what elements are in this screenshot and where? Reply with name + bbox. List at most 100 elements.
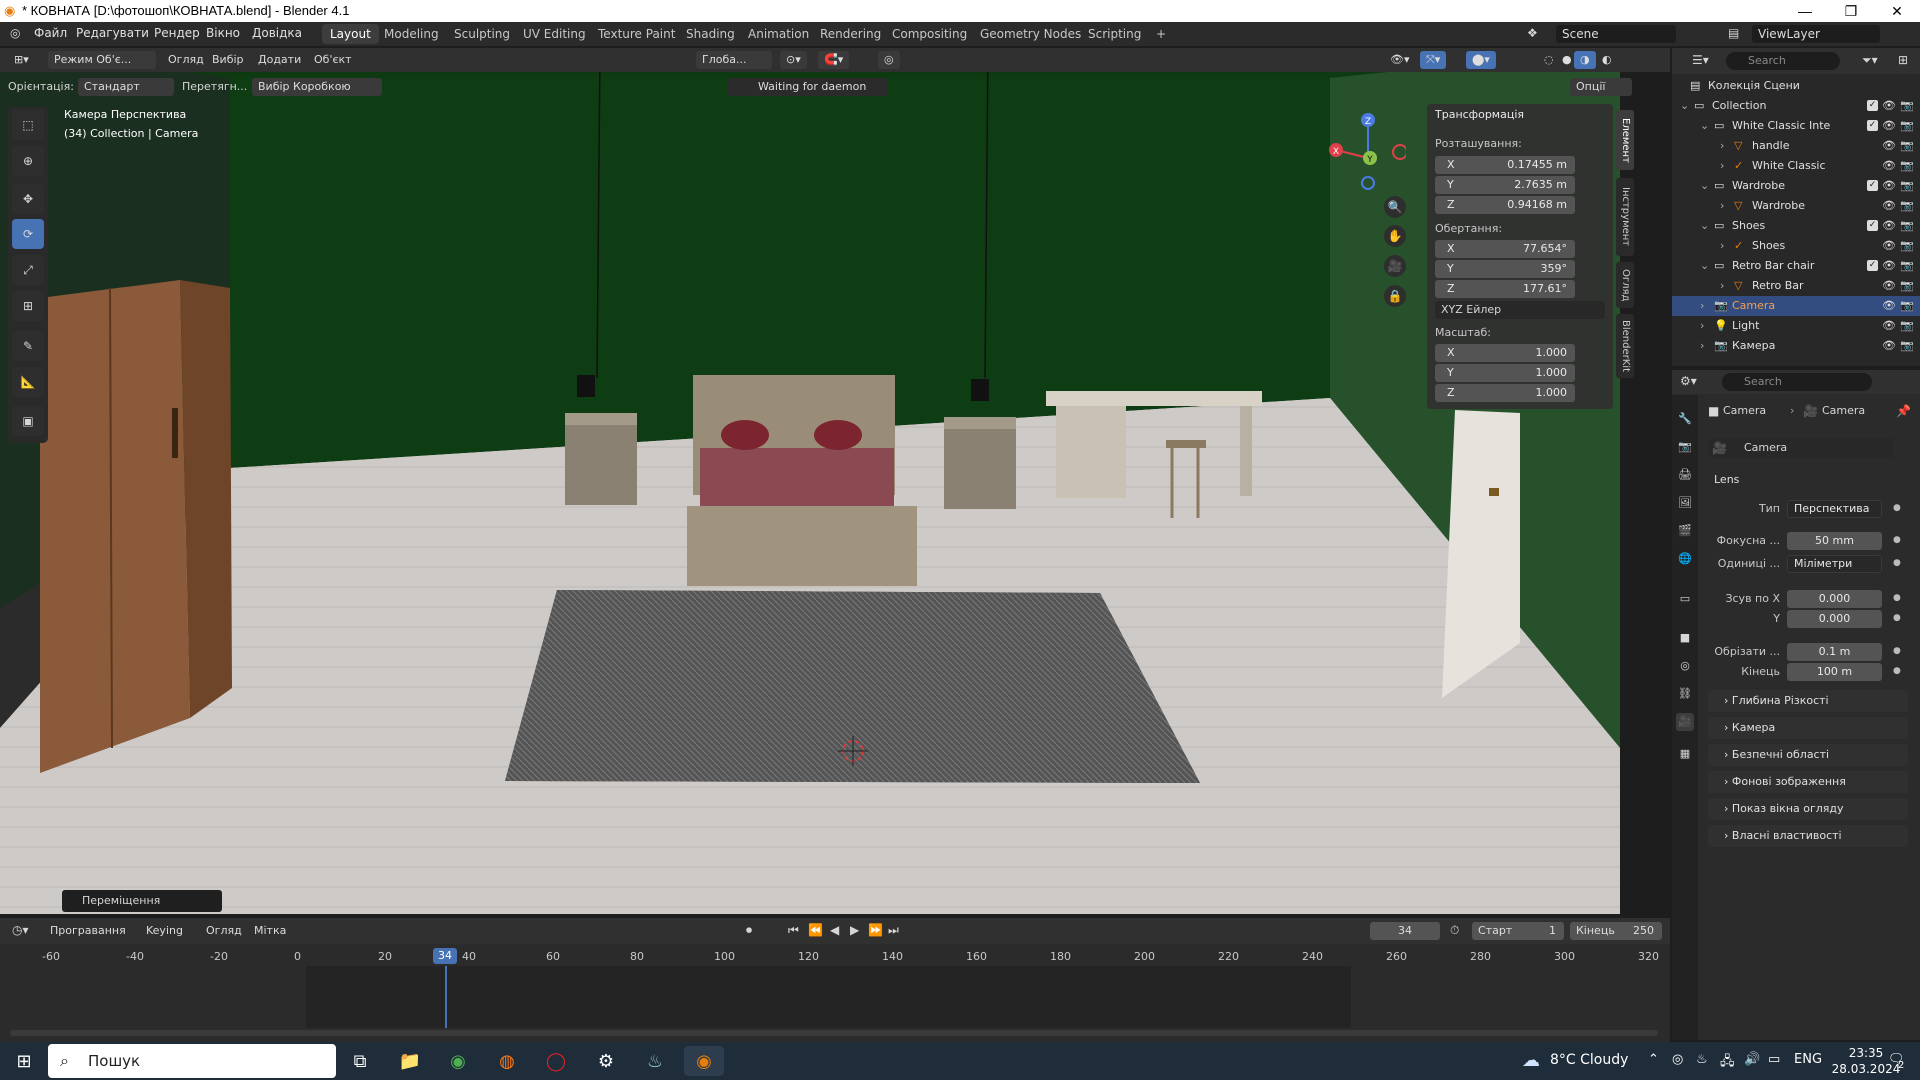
expand-arrow-icon[interactable]: › [1700, 319, 1704, 332]
properties-editor-icon[interactable]: ⚙▾ [1680, 374, 1697, 388]
tray-steam-icon[interactable]: ♨ [1696, 1052, 1708, 1067]
eye-icon[interactable]: 👁 [1882, 339, 1896, 352]
steam-icon[interactable]: ♨ [635, 1046, 675, 1076]
opera-icon[interactable]: ◯ [536, 1046, 576, 1076]
eye-icon[interactable]: 👁 [1882, 219, 1896, 232]
playhead-line[interactable] [445, 966, 447, 1028]
render-camera-icon[interactable]: 📷 [1900, 319, 1914, 332]
property-value-field[interactable]: 0.000 [1787, 590, 1882, 608]
menu-help[interactable]: Довідка [252, 26, 302, 40]
menu-view[interactable]: Огляд [162, 51, 210, 69]
render-camera-icon[interactable]: 📷 [1900, 259, 1914, 272]
orientation-selector[interactable]: Стандарт [78, 78, 174, 96]
navigation-gizmo[interactable]: Z X Y [1326, 108, 1406, 192]
gizmo-toggle-icon[interactable]: ⤧▾ [1420, 51, 1447, 69]
camera-data-properties-icon[interactable]: 🎥 [1676, 713, 1694, 731]
render-camera-icon[interactable]: 📷 [1900, 99, 1914, 112]
tool-properties-icon[interactable]: 🔧 [1676, 410, 1694, 428]
render-camera-icon[interactable]: 📷 [1900, 139, 1914, 152]
expand-arrow-icon[interactable]: › [1720, 199, 1724, 212]
tab-rendering[interactable]: Rendering [812, 24, 889, 44]
expand-arrow-icon[interactable]: ⌄ [1700, 219, 1709, 232]
location-x-field[interactable]: X 0.17455 m [1435, 156, 1575, 174]
physics-properties-icon[interactable]: ◎ [1676, 657, 1694, 675]
world-properties-icon[interactable]: 🌐 [1676, 550, 1694, 568]
maximize-button[interactable]: ❐ [1828, 0, 1874, 22]
tab-geometry-nodes[interactable]: Geometry Nodes [972, 24, 1089, 44]
options-button[interactable]: Опції [1570, 78, 1632, 96]
property-value-field[interactable]: Перспектива [1787, 500, 1882, 518]
mode-selector[interactable]: Режим Об'є... [48, 51, 156, 69]
property-value-field[interactable]: 0.1 m [1787, 643, 1882, 661]
property-section-header[interactable]: › Показ вікна огляду [1708, 798, 1908, 820]
volume-icon[interactable]: 🔊 [1744, 1052, 1760, 1067]
play-icon[interactable]: ▶ [850, 923, 859, 937]
close-button[interactable]: ✕ [1874, 0, 1920, 22]
rotate-tool-icon[interactable]: ⟳ [12, 219, 44, 249]
cursor-tool-icon[interactable]: ⊕ [12, 146, 44, 176]
start-frame-field[interactable]: Старт 1 [1472, 922, 1564, 940]
eye-icon[interactable]: 👁 [1882, 99, 1896, 112]
property-section-header[interactable]: › Власні властивості [1708, 825, 1908, 847]
exclude-checkbox[interactable]: ✓ [1867, 220, 1878, 231]
rotation-z-field[interactable]: Z 177.61° [1435, 280, 1575, 298]
render-camera-icon[interactable]: 📷 [1900, 219, 1914, 232]
timeline-scrollbar[interactable] [10, 1030, 1658, 1036]
auto-key-icon[interactable]: ⏺ [746, 923, 752, 938]
keyframe-dot-icon[interactable]: ● [1893, 558, 1901, 568]
tray-app-icon[interactable]: ◎ [1672, 1052, 1683, 1067]
exclude-checkbox[interactable]: ✓ [1867, 260, 1878, 271]
drag-selector[interactable]: Вибір Коробкою [252, 78, 382, 96]
eye-icon[interactable]: 👁 [1882, 239, 1896, 252]
render-camera-icon[interactable]: 📷 [1900, 119, 1914, 132]
property-section-header[interactable]: › Фонові зображення [1708, 771, 1908, 793]
texture-properties-icon[interactable]: ▦ [1676, 745, 1694, 763]
eye-icon[interactable]: 👁 [1882, 119, 1896, 132]
eye-icon[interactable]: 👁 [1882, 159, 1896, 172]
outliner-row[interactable]: › 📷 Камера 👁 📷 [1672, 336, 1920, 356]
snap-icon[interactable]: 🧲▾ [818, 51, 850, 69]
firefox-icon[interactable]: ◍ [487, 1046, 527, 1076]
outliner-root[interactable]: ▤ Колекція Сцени [1672, 76, 1920, 96]
minimize-button[interactable]: — [1782, 0, 1828, 22]
playhead-frame-badge[interactable]: 34 [433, 948, 457, 964]
transform-orientation-selector[interactable]: Глоба... [696, 51, 772, 69]
next-key-icon[interactable]: ⏩ [868, 923, 883, 937]
windows-start-icon[interactable]: ⊞ [4, 1046, 44, 1076]
blender-menu-icon[interactable]: ◎ [10, 26, 20, 40]
transform-header[interactable]: Трансформація [1435, 108, 1524, 121]
clock-time[interactable]: 23:35 [1836, 1046, 1896, 1060]
rotation-x-field[interactable]: X 77.654° [1435, 240, 1575, 258]
tab-blenderkit[interactable]: BlenderKit [1616, 314, 1634, 378]
scale-tool-icon[interactable]: ⤢ [12, 255, 44, 285]
property-value-field[interactable]: 0.000 [1787, 610, 1882, 628]
blender-taskbar-icon[interactable]: ◉ [684, 1046, 724, 1076]
outliner-editor-icon[interactable]: ☰▾ [1692, 53, 1709, 67]
expand-arrow-icon[interactable]: › [1720, 159, 1724, 172]
jump-start-icon[interactable]: ⏮ [788, 923, 799, 938]
eye-icon[interactable]: 👁 [1882, 179, 1896, 192]
render-camera-icon[interactable]: 📷 [1900, 199, 1914, 212]
menu-playback[interactable]: Програвання [44, 922, 132, 940]
pivot-icon[interactable]: ⊙▾ [780, 51, 807, 69]
editor-type-icon[interactable]: ⊞▾ [8, 51, 35, 69]
location-y-field[interactable]: Y 2.7635 m [1435, 176, 1575, 194]
menu-add[interactable]: Додати [252, 51, 307, 69]
scale-z-field[interactable]: Z 1.000 [1435, 384, 1575, 402]
tab-layout[interactable]: Layout [322, 24, 379, 44]
expand-arrow-icon[interactable]: ⌄ [1700, 179, 1709, 192]
tab-animation[interactable]: Animation [740, 24, 817, 44]
render-properties-icon[interactable]: 📷 [1676, 438, 1694, 456]
exclude-checkbox[interactable]: ✓ [1867, 100, 1878, 111]
property-value-field[interactable]: 50 mm [1787, 532, 1882, 550]
tab-tool[interactable]: Інструмент [1616, 178, 1634, 256]
rotation-y-field[interactable]: Y 359° [1435, 260, 1575, 278]
end-frame-field[interactable]: Кінець 250 [1570, 922, 1662, 940]
eye-icon[interactable]: 👁 [1882, 279, 1896, 292]
outliner-row[interactable]: ⌄ ▭ Shoes ✓ 👁 📷 [1672, 216, 1920, 236]
outliner-search-input[interactable]: Search [1726, 52, 1840, 70]
property-section-header[interactable]: › Безпечні області [1708, 744, 1908, 766]
new-collection-icon[interactable]: ⊞ [1898, 53, 1908, 67]
timeline-editor-icon[interactable]: ◷▾ [12, 923, 29, 937]
tab-texture-paint[interactable]: Texture Paint [590, 24, 683, 44]
